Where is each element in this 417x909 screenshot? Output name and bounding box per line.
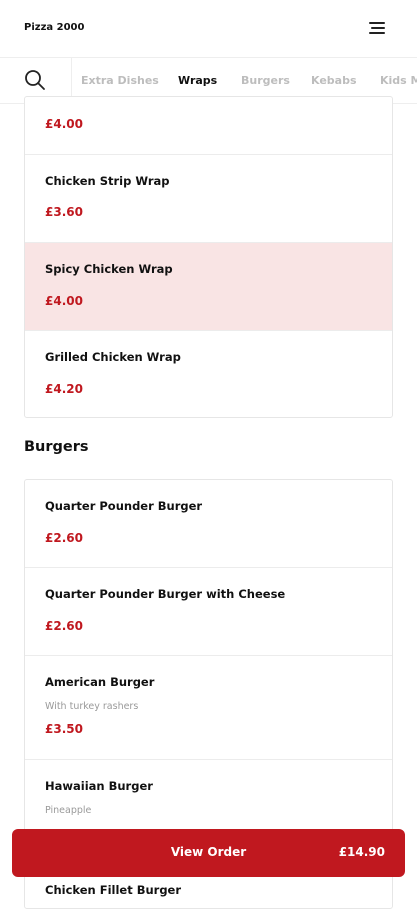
tab-extra-dishes[interactable]: Extra Dishes (81, 74, 159, 87)
item-description: With turkey rashers (45, 701, 139, 712)
item-name: American Burger (45, 675, 155, 689)
list-item[interactable]: American Burger With turkey rashers £3.5… (25, 656, 392, 760)
item-price: £4.00 (45, 294, 83, 308)
hamburger-menu-icon[interactable] (366, 18, 388, 38)
item-price: £2.60 (45, 531, 83, 545)
item-price: £3.60 (45, 205, 83, 219)
view-order-button[interactable]: View Order £14.90 (12, 829, 405, 877)
list-item[interactable]: Chicken Strip Wrap £3.60 (25, 155, 392, 243)
item-name: Spicy Chicken Wrap (45, 262, 173, 276)
tab-kids-menu[interactable]: Kids M (380, 74, 417, 87)
brand-title[interactable]: Pizza 2000 (24, 22, 84, 33)
item-price: £4.20 (45, 382, 83, 396)
list-item[interactable]: Quarter Pounder Burger £2.60 (25, 480, 392, 568)
item-price: £4.00 (45, 117, 83, 131)
list-item[interactable]: Spicy Chicken Wrap £4.00 (25, 243, 392, 331)
item-name: Chicken Fillet Burger (45, 883, 182, 897)
order-total: £14.90 (338, 845, 385, 859)
list-item[interactable]: £4.00 (25, 97, 392, 155)
tab-wraps[interactable]: Wraps (178, 74, 217, 87)
tab-burgers[interactable]: Burgers (241, 74, 290, 87)
item-price: £2.60 (45, 619, 83, 633)
item-name: Quarter Pounder Burger (45, 499, 203, 513)
app-header: Pizza 2000 (0, 0, 417, 58)
tab-kebabs[interactable]: Kebabs (311, 74, 357, 87)
item-price: £3.50 (45, 722, 83, 736)
list-item[interactable]: Grilled Chicken Wrap £4.20 (25, 331, 392, 417)
wraps-card: £4.00 Chicken Strip Wrap £3.60 Spicy Chi… (24, 96, 393, 418)
section-title-burgers: Burgers (24, 439, 89, 455)
item-name: Hawaiian Burger (45, 779, 153, 793)
item-name: Grilled Chicken Wrap (45, 350, 181, 364)
item-name: Chicken Strip Wrap (45, 174, 170, 188)
search-icon (25, 70, 45, 90)
item-description: Pineapple (45, 805, 92, 816)
item-name: Quarter Pounder Burger with Cheese (45, 587, 286, 601)
list-item[interactable]: Quarter Pounder Burger with Cheese £2.60 (25, 568, 392, 656)
